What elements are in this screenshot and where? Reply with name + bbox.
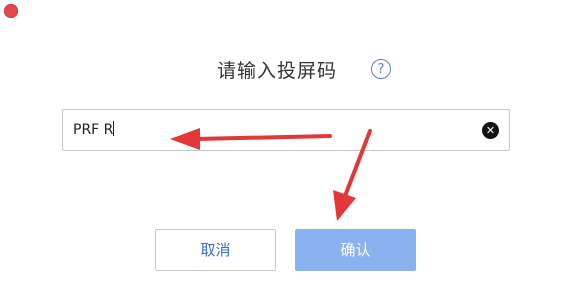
text-caret [113,121,115,136]
dialog-title: 请输入投屏码 [217,60,338,82]
screen-code-value: PRF R [73,121,115,138]
help-icon[interactable]: ? [371,59,391,79]
confirm-button[interactable]: 确认 [295,229,416,271]
screen-code-input[interactable]: PRF R ✕ [62,109,510,151]
close-icon[interactable] [4,4,18,18]
window: 请输入投屏码 ? PRF R ✕ 取消 确认 [0,0,566,295]
cancel-button[interactable]: 取消 [155,229,276,271]
clear-input-icon[interactable]: ✕ [482,122,499,139]
dialog-header: 请输入投屏码 ? [0,54,566,88]
